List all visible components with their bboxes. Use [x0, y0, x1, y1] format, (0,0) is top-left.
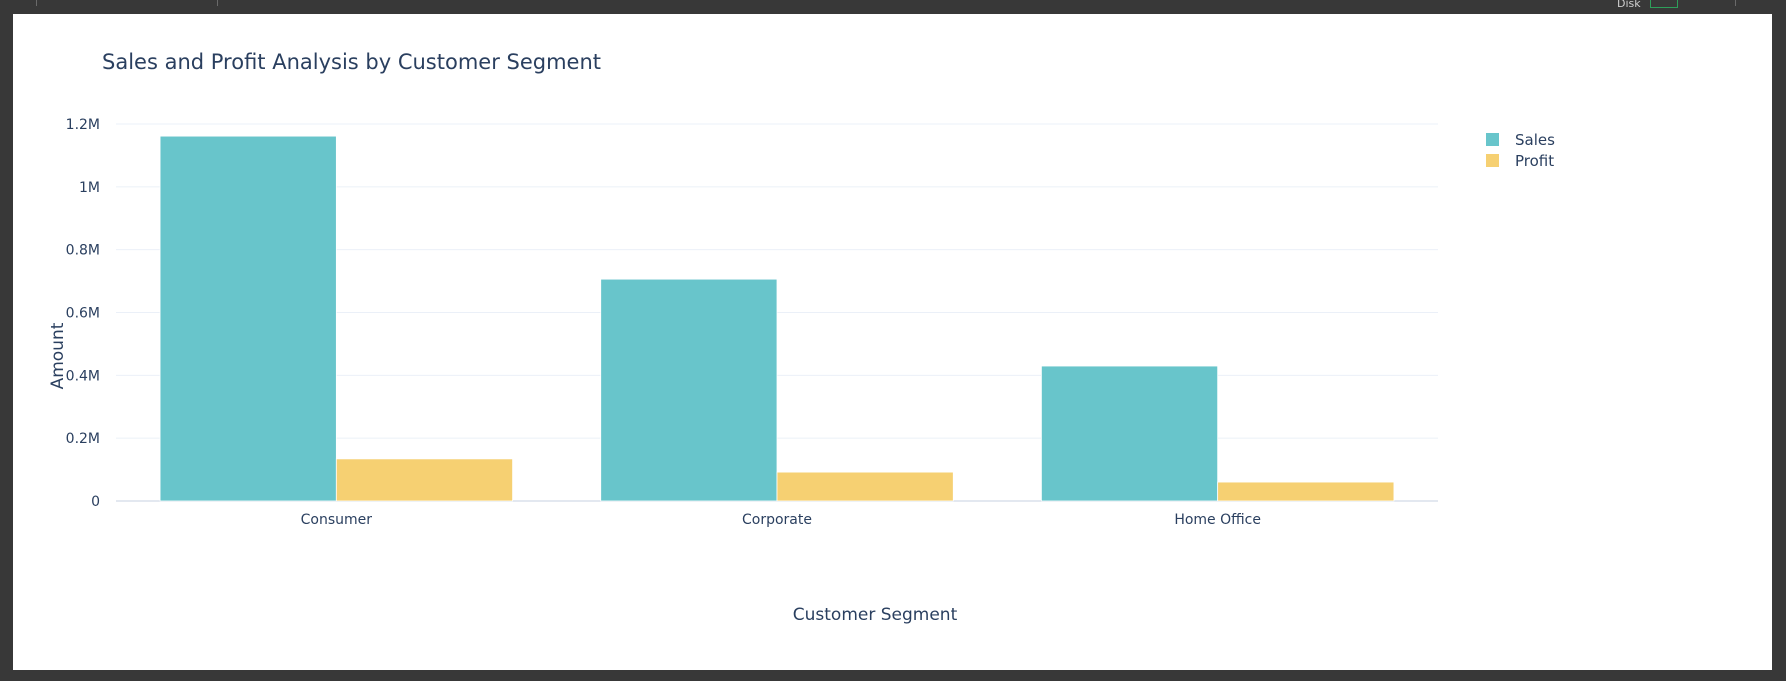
legend-item-profit[interactable]: Profit — [1486, 152, 1554, 170]
legend-item-sales[interactable]: Sales — [1486, 131, 1555, 149]
y-tick-label: 0 — [91, 494, 100, 510]
window-frame-right — [1772, 14, 1786, 681]
legend-label: Sales — [1515, 131, 1555, 149]
y-tick-label: 0.6M — [66, 306, 100, 322]
bar-profit-corporate[interactable] — [776, 471, 954, 502]
x-tick-label: Home Office — [1174, 512, 1261, 528]
toolbar-divider — [1735, 0, 1736, 6]
bar-sales-corporate[interactable] — [600, 278, 778, 502]
top-status-bar: Disk — [0, 0, 1786, 14]
x-axis-ticks: Consumer Corporate Home Office — [301, 512, 1261, 528]
toolbar-divider — [36, 0, 37, 6]
bar-chart: Sales and Profit Analysis by Customer Se… — [48, 50, 1555, 625]
bar-profit-consumer[interactable] — [335, 458, 514, 502]
x-tick-label: Corporate — [742, 512, 812, 528]
y-axis-label: Amount — [48, 322, 68, 389]
y-tick-label: 1M — [79, 180, 100, 196]
y-tick-label: 0.8M — [66, 243, 100, 259]
window-frame-bottom — [0, 670, 1786, 681]
y-tick-label: 0.2M — [66, 431, 100, 447]
legend: Sales Profit — [1486, 131, 1555, 170]
bar-sales-consumer[interactable] — [159, 135, 337, 502]
y-tick-label: 1.2M — [66, 117, 100, 133]
window-frame-left — [0, 14, 13, 681]
x-tick-label: Consumer — [301, 512, 373, 528]
bar-profit-home-office[interactable] — [1217, 481, 1395, 502]
disk-label: Disk — [1617, 0, 1641, 10]
legend-label: Profit — [1515, 152, 1554, 170]
y-axis-ticks: 0 0.2M 0.4M 0.6M 0.8M 1M 1.2M — [66, 117, 100, 510]
y-tick-label: 0.4M — [66, 368, 100, 384]
chart-title: Sales and Profit Analysis by Customer Se… — [102, 50, 601, 74]
x-axis-label: Customer Segment — [793, 605, 958, 625]
toolbar-divider — [217, 0, 218, 6]
disk-usage-bar — [1650, 0, 1678, 8]
legend-swatch — [1486, 154, 1499, 167]
bars — [159, 135, 1395, 502]
chart-panel: Sales and Profit Analysis by Customer Se… — [13, 14, 1772, 670]
bar-sales-home-office[interactable] — [1041, 365, 1219, 502]
legend-swatch — [1486, 133, 1499, 146]
